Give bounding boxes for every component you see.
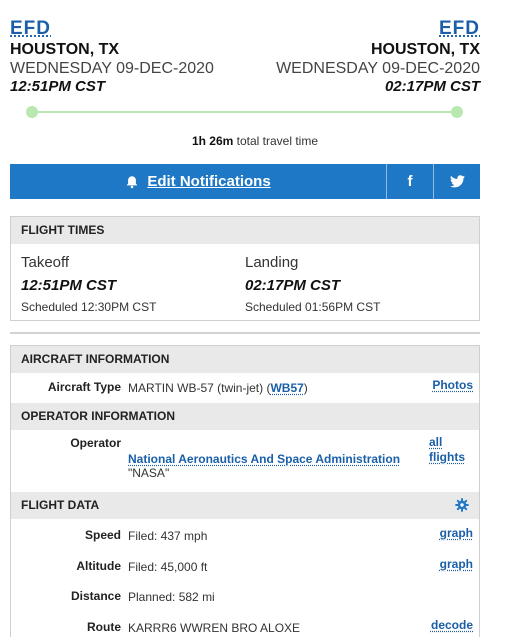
altitude-row: Altitude Filed: 45,000 ft graph — [11, 550, 479, 580]
travel-time: 1h 26m total travel time — [10, 134, 500, 148]
speed-label: Speed — [84, 528, 121, 542]
flight-times-header: FLIGHT TIMES — [11, 217, 479, 244]
origin-city: HOUSTON, TX — [10, 41, 120, 58]
progress-track — [32, 111, 458, 113]
operator-info-header: OPERATOR INFORMATION — [11, 403, 479, 430]
distance-label: Distance — [70, 589, 121, 603]
takeoff-column: Takeoff 12:51PM CST Scheduled 12:30PM CS… — [21, 253, 245, 314]
operator-name-link[interactable]: National Aeronautics And Space Administr… — [128, 452, 400, 466]
landing-scheduled-time: Scheduled 01:56PM CST — [245, 300, 381, 314]
route-value: KARRR6 WWREN BRO ALOXE — [128, 621, 301, 635]
altitude-label: Altitude — [76, 559, 121, 573]
destination-date: WEDNESDAY 09-DEC-2020 — [276, 60, 480, 77]
aircraft-type-value: MARTIN WB-57 (twin-jet) (WB57) — [128, 381, 308, 395]
gear-icon[interactable] — [455, 498, 469, 512]
notification-bar: Edit Notifications f — [10, 164, 480, 199]
twitter-icon — [449, 175, 465, 188]
aircraft-type-text: MARTIN WB-57 (twin-jet) ( — [128, 381, 271, 395]
flight-times-panel: FLIGHT TIMES Takeoff 12:51PM CST Schedul… — [10, 216, 480, 321]
takeoff-label: Takeoff — [21, 254, 70, 271]
destination-city: HOUSTON, TX — [370, 41, 480, 58]
operator-label: Operator — [70, 436, 121, 450]
flight-data-header: FLIGHT DATA — [11, 492, 479, 519]
photos-link[interactable]: Photos — [432, 378, 473, 392]
operator-row: Operator National Aeronautics And Space … — [11, 430, 479, 492]
operator-value: National Aeronautics And Space Administr… — [128, 452, 400, 480]
origin-dot — [26, 106, 38, 118]
takeoff-actual-time: 12:51PM CST — [21, 277, 117, 294]
facebook-share-button[interactable]: f — [386, 164, 433, 199]
takeoff-scheduled-time: Scheduled 12:30PM CST — [21, 300, 157, 314]
section-divider — [10, 332, 480, 334]
flight-data-title: FLIGHT DATA — [21, 498, 100, 512]
route-label: Route — [87, 620, 121, 634]
bell-icon — [126, 175, 138, 188]
origin-block: EFD HOUSTON, TX WEDNESDAY 09-DEC-2020 12… — [10, 18, 214, 96]
destination-dot — [451, 106, 463, 118]
aircraft-type-row: Aircraft Type MARTIN WB-57 (twin-jet) (W… — [11, 373, 479, 403]
travel-duration: 1h 26m — [191, 134, 234, 148]
speed-value: Filed: 437 mph — [128, 529, 208, 543]
origin-code[interactable]: EFD — [10, 18, 51, 40]
details-panel: AIRCRAFT INFORMATION Aircraft Type MARTI… — [10, 345, 480, 637]
landing-column: Landing 02:17PM CST Scheduled 01:56PM CS… — [245, 253, 469, 314]
aircraft-type-close: ) — [303, 381, 308, 395]
aircraft-info-header: AIRCRAFT INFORMATION — [11, 346, 479, 373]
landing-label: Landing — [245, 254, 299, 271]
all-flights-link[interactable]: all flights — [429, 435, 473, 465]
speed-graph-link[interactable]: graph — [440, 526, 473, 540]
landing-actual-time: 02:17PM CST — [245, 277, 341, 294]
route-row: Route KARRR6 WWREN BRO ALOXE decode — [11, 611, 479, 641]
travel-suffix: total travel time — [236, 134, 319, 148]
origin-time: 12:51PM CST — [10, 78, 106, 95]
destination-block: EFD HOUSTON, TX WEDNESDAY 09-DEC-2020 02… — [276, 18, 480, 96]
distance-value: Planned: 582 mi — [128, 590, 215, 604]
aircraft-code-link[interactable]: WB57 — [270, 381, 303, 395]
distance-row: Distance Planned: 582 mi — [11, 580, 479, 611]
twitter-share-button[interactable] — [433, 164, 480, 199]
edit-notifications-button[interactable]: Edit Notifications — [10, 164, 386, 199]
facebook-icon: f — [407, 173, 413, 190]
edit-notifications-label: Edit Notifications — [147, 173, 271, 190]
operator-alias: "NASA" — [128, 466, 170, 480]
destination-code[interactable]: EFD — [439, 18, 480, 40]
route-header: EFD HOUSTON, TX WEDNESDAY 09-DEC-2020 12… — [10, 18, 480, 100]
altitude-value: Filed: 45,000 ft — [128, 560, 208, 574]
altitude-graph-link[interactable]: graph — [440, 557, 473, 571]
route-decode-link[interactable]: decode — [431, 618, 473, 632]
aircraft-type-label: Aircraft Type — [47, 380, 121, 394]
destination-time: 02:17PM CST — [384, 78, 480, 95]
speed-row: Speed Filed: 437 mph graph — [11, 519, 479, 550]
origin-date: WEDNESDAY 09-DEC-2020 — [10, 60, 214, 77]
